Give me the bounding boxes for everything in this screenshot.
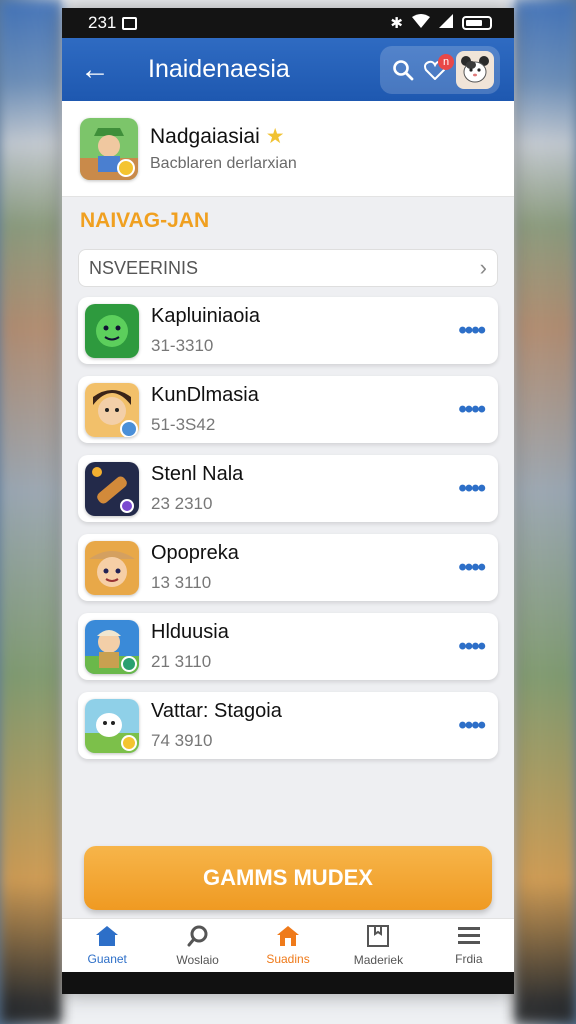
more-icon[interactable]: •••• xyxy=(458,633,486,661)
app-icon-character xyxy=(85,382,139,437)
item-title: Stenl Nala xyxy=(151,463,244,485)
section-title: NAIVAG-JAN xyxy=(80,209,210,232)
item-subtitle: 31-3310 xyxy=(151,336,214,355)
profile-name: Nadgaiasiai xyxy=(150,124,260,148)
more-icon[interactable]: •••• xyxy=(458,317,486,345)
item-subtitle: 51-3S42 xyxy=(151,415,216,434)
item-subtitle: 23 2310 xyxy=(151,494,213,513)
more-icon[interactable]: •••• xyxy=(458,475,486,503)
nav-item-menu[interactable]: Frdia xyxy=(424,919,514,972)
list-item[interactable]: Vattar: Stagoia 74 3910 •••• xyxy=(78,692,498,759)
nav-item-saved[interactable]: Maderiek xyxy=(333,919,423,972)
profile-card[interactable]: Nadgaiasiai ★ Bacblaren derlarxian xyxy=(62,101,514,197)
avatar[interactable] xyxy=(456,50,494,89)
more-icon[interactable]: •••• xyxy=(458,712,486,740)
app-bar-actions: n xyxy=(380,45,500,94)
status-bar: 231 ✱ xyxy=(62,8,514,38)
nav-label: Woslaio xyxy=(176,953,219,967)
list-item[interactable]: Stenl Nala 23 2310 •••• xyxy=(78,455,498,522)
more-icon[interactable]: •••• xyxy=(458,554,486,582)
category-selector[interactable]: NSVEERINIS › xyxy=(78,249,498,287)
star-icon: ★ xyxy=(265,125,285,148)
app-icon-green-face xyxy=(85,303,139,358)
signal-icon xyxy=(439,14,453,32)
blurred-background-right xyxy=(514,0,576,1024)
home-icon xyxy=(95,925,119,950)
bluetooth-icon: ✱ xyxy=(390,15,403,32)
notification-badge: n xyxy=(438,53,454,70)
back-arrow-icon[interactable]: ← xyxy=(80,54,120,85)
app-bar: ← Inaidenaesia n xyxy=(62,38,514,101)
app-icon-explorer xyxy=(85,619,139,674)
app-list: Kapluiniaoia 31-3310 •••• KunDlmasia 51-… xyxy=(78,297,498,759)
battery-icon xyxy=(462,16,492,30)
app-icon-creature xyxy=(85,698,139,753)
item-title: Vattar: Stagoia xyxy=(151,700,282,722)
item-subtitle: 74 3910 xyxy=(151,731,213,750)
heart-icon[interactable]: n xyxy=(424,53,454,80)
nav-label: Frdia xyxy=(455,952,483,966)
home-icon xyxy=(276,925,300,950)
wifi-icon xyxy=(412,14,430,32)
bookmark-icon xyxy=(366,924,390,951)
primary-action-button[interactable]: GAMMS MUDEX xyxy=(84,846,492,910)
selector-label: NSVEERINIS xyxy=(89,257,199,278)
profile-subtitle: Bacblaren derlarxian xyxy=(150,155,297,172)
item-subtitle: 13 3110 xyxy=(151,573,212,592)
item-title: Opopreka xyxy=(151,542,239,564)
nav-item-store[interactable]: Suadins xyxy=(243,919,333,972)
bottom-nav: Guanet Woslaio Suadins Maderiek Frdia xyxy=(62,918,514,972)
system-navigation-bar xyxy=(62,972,514,994)
search-icon[interactable] xyxy=(392,59,414,81)
chevron-right-icon: › xyxy=(479,255,487,280)
status-time: 231 xyxy=(88,13,117,32)
item-subtitle: 21 3110 xyxy=(151,652,212,671)
nav-item-home[interactable]: Guanet xyxy=(62,919,152,972)
list-item[interactable]: Hlduusia 21 3110 •••• xyxy=(78,613,498,680)
profile-app-icon xyxy=(80,117,138,180)
search-icon xyxy=(186,924,210,951)
nav-label: Maderiek xyxy=(353,953,404,967)
list-item[interactable]: Opopreka 13 3110 •••• xyxy=(78,534,498,601)
image-icon xyxy=(122,16,138,30)
list-item[interactable]: KunDlmasia 51-3S42 •••• xyxy=(78,376,498,443)
more-icon[interactable]: •••• xyxy=(458,396,486,424)
item-title: Hlduusia xyxy=(151,621,229,643)
menu-icon xyxy=(457,925,481,950)
item-title: KunDlmasia xyxy=(151,384,259,406)
nav-item-search[interactable]: Woslaio xyxy=(152,919,242,972)
app-icon-hat-boy xyxy=(85,540,139,595)
app-icon-cannon xyxy=(85,461,139,516)
app-bar-title: Inaidenaesia xyxy=(148,55,290,83)
nav-label: Suadins xyxy=(266,952,310,966)
phone-screen: 231 ✱ ← Inaidenaesia n Nadgaiasiai ★ Bac… xyxy=(62,8,514,994)
blurred-background-left xyxy=(0,0,62,1024)
nav-label: Guanet xyxy=(87,952,127,966)
item-title: Kapluiniaoia xyxy=(151,305,260,327)
list-item[interactable]: Kapluiniaoia 31-3310 •••• xyxy=(78,297,498,364)
